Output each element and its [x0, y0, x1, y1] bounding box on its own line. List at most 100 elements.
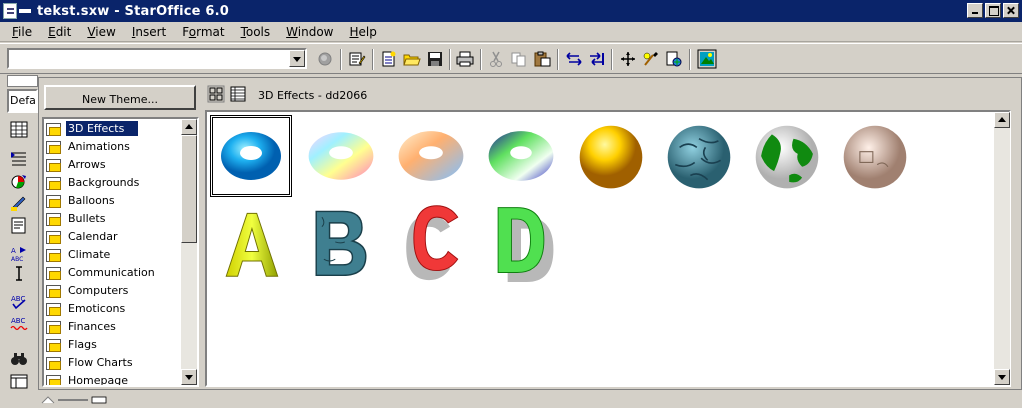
bottom-split-bar — [0, 392, 1022, 408]
theme-item[interactable]: Homepage — [46, 372, 181, 387]
theme-folder-icon — [46, 302, 62, 316]
find-replace-icon[interactable] — [10, 350, 28, 367]
gallery-item-yellow-sphere[interactable] — [570, 115, 652, 197]
theme-folder-icon — [46, 158, 62, 172]
theme-list-scroll-up-button[interactable] — [181, 119, 197, 135]
menu-window[interactable]: Window — [278, 25, 341, 39]
theme-item[interactable]: Flags — [46, 336, 181, 353]
icon-view-button[interactable] — [207, 85, 225, 103]
open-folder-icon[interactable] — [403, 51, 421, 67]
gallery-item-blue-torus[interactable] — [210, 115, 292, 197]
redo-icon[interactable] — [588, 51, 606, 67]
app-document-icon[interactable] — [3, 2, 33, 20]
data-sources-icon[interactable] — [10, 373, 28, 390]
edit-file-icon[interactable] — [348, 51, 366, 67]
load-url-combobox[interactable] — [7, 48, 307, 69]
text-cursor-icon[interactable] — [10, 265, 28, 282]
gallery-icon[interactable] — [697, 49, 717, 69]
save-icon[interactable] — [426, 51, 444, 67]
show-draw-functions-icon[interactable] — [10, 195, 28, 212]
gallery-item-marble-sphere[interactable] — [834, 115, 916, 197]
theme-folder-icon — [46, 338, 62, 352]
new-document-icon[interactable] — [380, 51, 398, 67]
gallery-scroll-down-button[interactable] — [994, 369, 1010, 385]
cut-icon[interactable] — [487, 51, 505, 67]
gallery-item-letter-c[interactable] — [390, 200, 472, 282]
stylist-icon[interactable] — [642, 51, 660, 67]
menu-tools[interactable]: Tools — [233, 25, 279, 39]
new-theme-button[interactable]: New Theme... — [44, 85, 196, 110]
autocorrect-icon[interactable]: AABC — [10, 245, 28, 262]
theme-item-label: Balloons — [68, 194, 115, 207]
maximize-button[interactable] — [985, 3, 1001, 18]
gallery-item-stone-sphere[interactable] — [658, 115, 740, 197]
paste-icon[interactable] — [533, 51, 551, 67]
menu-edit[interactable]: Edit — [40, 25, 79, 39]
theme-item[interactable]: Finances — [46, 318, 181, 335]
theme-item[interactable]: Bullets — [46, 210, 181, 227]
minimize-button[interactable] — [967, 3, 983, 18]
theme-list-scrollbar[interactable] — [181, 119, 197, 385]
theme-folder-icon — [46, 266, 62, 280]
spellcheck-icon[interactable]: ABC — [10, 293, 28, 310]
menu-help[interactable]: Help — [341, 25, 384, 39]
theme-list[interactable]: 3D Effects Animations Arrows Backgrounds Bal… — [42, 117, 199, 387]
theme-item-label: Backgrounds — [68, 176, 140, 189]
svg-text:A: A — [11, 247, 16, 255]
title-bar[interactable]: tekst.sxw - StarOffice 6.0 — [0, 0, 1022, 22]
theme-item[interactable]: Balloons — [46, 192, 181, 209]
theme-item[interactable]: Flow Charts — [46, 354, 181, 371]
menu-view[interactable]: View — [79, 25, 123, 39]
window-title: tekst.sxw - StarOffice 6.0 — [37, 3, 230, 19]
gallery-item-globe-sphere[interactable] — [746, 115, 828, 197]
gallery-item-letter-a[interactable] — [210, 200, 292, 282]
theme-item[interactable]: Backgrounds — [46, 174, 181, 191]
menu-bar: File Edit View Insert Format Tools Window Help — [0, 22, 1022, 42]
font-size-box[interactable] — [7, 75, 38, 87]
gallery-item-letter-d[interactable] — [480, 200, 562, 282]
gallery-item-green-torus[interactable] — [480, 115, 562, 197]
theme-item-label: Calendar — [68, 230, 118, 243]
copy-icon[interactable] — [510, 51, 528, 67]
theme-item[interactable]: Arrows — [46, 156, 181, 173]
url-dropdown-button[interactable] — [289, 50, 305, 67]
theme-item-label: Computers — [68, 284, 129, 297]
theme-item-label: Homepage — [68, 374, 128, 387]
gallery-scrollbar[interactable] — [994, 112, 1010, 385]
close-button[interactable] — [1003, 3, 1019, 18]
gallery-item-letter-b[interactable] — [300, 200, 382, 282]
insert-table-icon[interactable] — [10, 121, 28, 138]
splitter-handle-icon[interactable] — [38, 395, 118, 405]
insert-object-icon[interactable] — [10, 173, 28, 190]
menu-insert[interactable]: Insert — [124, 25, 174, 39]
theme-folder-icon — [46, 212, 62, 226]
theme-item[interactable]: Climate — [46, 246, 181, 263]
theme-item[interactable]: Emoticons — [46, 300, 181, 317]
menu-file[interactable]: File — [4, 25, 40, 39]
detailed-view-button[interactable] — [229, 85, 247, 103]
gallery-items-area[interactable] — [205, 110, 1011, 387]
gallery-item-rainbow-torus[interactable] — [300, 115, 382, 197]
theme-item[interactable]: Computers — [46, 282, 181, 299]
menu-format[interactable]: Format — [174, 25, 232, 39]
paragraph-style-box[interactable]: Defa — [7, 89, 38, 113]
form-functions-icon[interactable] — [10, 217, 28, 234]
undo-icon[interactable] — [565, 51, 583, 67]
stop-loading-icon[interactable] — [316, 51, 334, 67]
gallery-scroll-up-button[interactable] — [994, 112, 1010, 128]
print-icon[interactable] — [456, 51, 474, 67]
theme-list-scroll-down-button[interactable] — [181, 369, 197, 385]
theme-item[interactable]: Calendar — [46, 228, 181, 245]
gallery-item-peach-torus[interactable] — [390, 115, 472, 197]
theme-folder-icon — [46, 230, 62, 244]
auto-spellcheck-icon[interactable]: ABC — [10, 315, 28, 332]
insert-fields-icon[interactable] — [10, 150, 28, 167]
theme-item-label: Arrows — [68, 158, 106, 171]
theme-list-scroll-thumb[interactable] — [181, 135, 197, 243]
theme-item[interactable]: 3D Effects — [46, 120, 181, 137]
theme-item[interactable]: Communication — [46, 264, 181, 281]
hyperlink-dialog-icon[interactable] — [665, 51, 683, 67]
navigator-icon[interactable] — [619, 51, 637, 67]
theme-item[interactable]: Animations — [46, 138, 181, 155]
theme-folder-icon — [46, 356, 62, 370]
